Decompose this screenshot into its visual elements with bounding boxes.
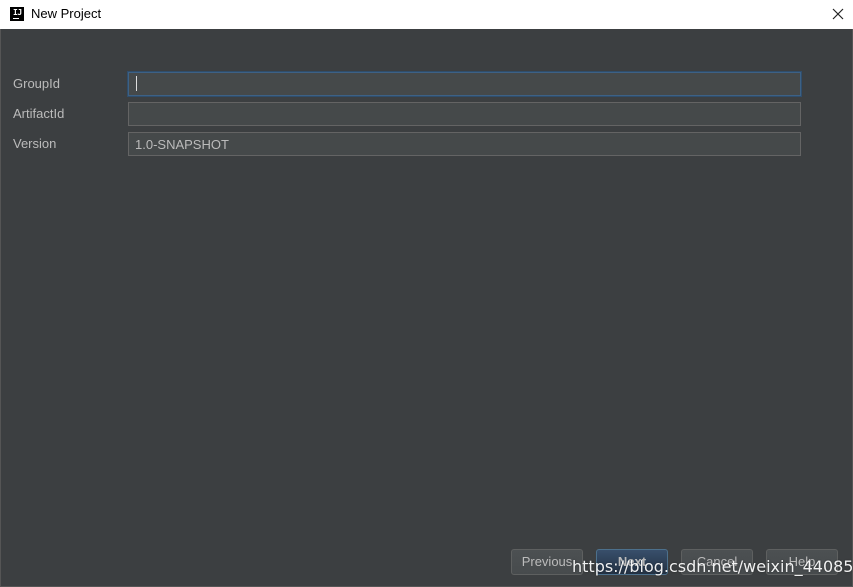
title-bar: IJ New Project [0,0,853,29]
artifact-id-field[interactable] [128,102,801,126]
app-icon-letters: IJ [13,8,22,17]
close-button[interactable] [826,3,850,25]
group-id-field[interactable] [128,72,801,96]
watermark-url: https://blog.csdn.net/weixin_44085258 [572,557,853,576]
group-id-label: GroupId [13,76,60,91]
version-label: Version [13,136,57,151]
window-title: New Project [31,6,102,21]
close-icon [832,8,844,20]
artifact-id-label: ArtifactId [13,106,65,121]
intellij-app-icon: IJ [10,7,24,21]
text-caret [136,76,137,91]
version-field[interactable] [128,132,801,156]
